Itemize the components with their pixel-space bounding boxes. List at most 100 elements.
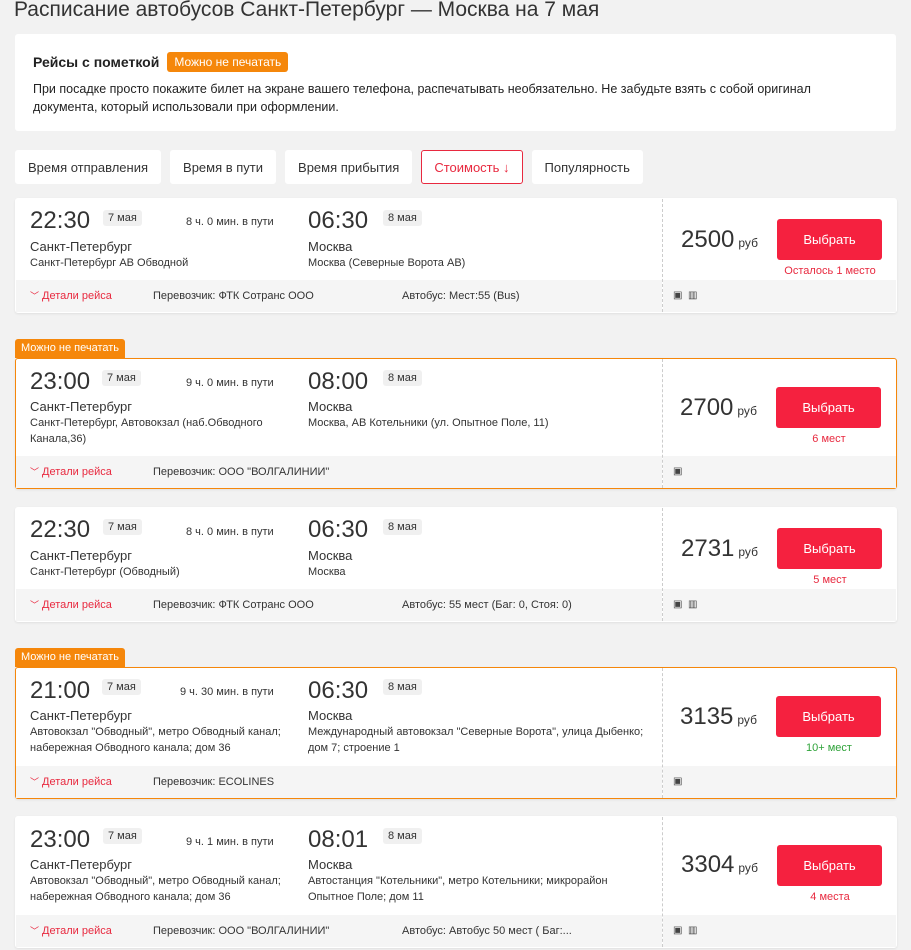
departure-time: 22:30 xyxy=(30,516,91,543)
departure-date: 7 мая xyxy=(103,828,142,844)
departure-city: Санкт-Петербург xyxy=(30,548,132,563)
card-footer-icons: ▣ ▥ xyxy=(663,280,896,312)
print-notice: Рейсы с пометкой Можно не печатать При п… xyxy=(15,34,896,131)
sort-bar: Время отправления Время в пути Время при… xyxy=(15,150,643,184)
page-title: Расписание автобусов Санкт-Петербург — М… xyxy=(14,0,600,21)
arrival-date: 8 мая xyxy=(383,679,422,695)
departure-station: Санкт-Петербург, Автовокзал (наб.Обводно… xyxy=(30,417,263,445)
departure-time: 23:00 xyxy=(30,368,91,395)
departure-date: 7 мая xyxy=(102,370,141,386)
ticket-icon: ▣ xyxy=(673,776,683,787)
seats-left: Осталось 1 место xyxy=(784,265,876,277)
arrival-date: 8 мая xyxy=(383,519,422,535)
arrival-date: 8 мая xyxy=(383,210,422,226)
card-footer: ﹀ Детали рейса Перевозчик: ООО "ВОЛГАЛИНИ… xyxy=(16,456,662,488)
chevron-down-icon: ﹀ xyxy=(30,467,40,477)
departure-date: 7 мая xyxy=(103,210,142,226)
trip-duration: 9 ч. 1 мин. в пути xyxy=(186,836,274,848)
bus-info: Автобус: Мест:55 (Bus) xyxy=(402,290,520,302)
trip-details-link[interactable]: ﹀ Детали рейса xyxy=(30,465,112,478)
select-trip-button[interactable]: Выбрать xyxy=(777,845,882,886)
details-label: Детали рейса xyxy=(42,466,112,478)
departure-station: Автовокзал "Обводный", метро Обводный ка… xyxy=(30,726,281,754)
trip-details-link[interactable]: ﹀ Детали рейса xyxy=(30,598,112,611)
price-value: 2731 xyxy=(681,535,735,562)
sort-arrival-button[interactable]: Время прибытия xyxy=(285,150,413,184)
arrival-city: Москва xyxy=(308,399,353,414)
arrival-station: Международный автовокзал "Северные Ворот… xyxy=(308,726,644,754)
departure-time: 21:00 xyxy=(30,677,91,704)
trip-card: 23:00 7 мая 9 ч. 0 мин. в пути 08:00 8 м… xyxy=(15,358,897,489)
arrival-time: 08:01 xyxy=(308,826,369,853)
departure-station: Санкт-Петербург (Обводный) xyxy=(30,566,180,578)
sort-popularity-button[interactable]: Популярность xyxy=(531,150,643,184)
trip-details-link[interactable]: ﹀ Детали рейса xyxy=(30,289,112,302)
trip-price: 3304 руб xyxy=(681,851,758,879)
currency: руб xyxy=(738,545,758,559)
bus-info: Автобус: 55 мест (Баг: 0, Стоя: 0) xyxy=(402,599,572,611)
arrival-date: 8 мая xyxy=(383,370,422,386)
departure-station: Автовокзал "Обводный", метро Обводный ка… xyxy=(30,875,281,903)
chevron-down-icon: ﹀ xyxy=(30,600,40,610)
details-label: Детали рейса xyxy=(42,290,112,302)
card-footer-icons: ▣ xyxy=(663,766,896,798)
carrier: Перевозчик: ECOLINES xyxy=(153,776,275,788)
sort-duration-button[interactable]: Время в пути xyxy=(170,150,277,184)
select-trip-button[interactable]: Выбрать xyxy=(776,696,881,737)
arrival-time: 06:30 xyxy=(308,207,369,234)
chevron-down-icon: ﹀ xyxy=(30,926,40,936)
arrival-station: Москва, АВ Котельники (ул. Опытное Поле,… xyxy=(308,417,549,429)
departure-date: 7 мая xyxy=(102,679,141,695)
ticket-icon: ▣ xyxy=(673,466,683,477)
departure-city: Санкт-Петербург xyxy=(30,708,132,723)
arrival-station: Автостанция "Котельники", метро Котельни… xyxy=(308,875,608,903)
arrival-time: 08:00 xyxy=(308,368,369,395)
arrival-date: 8 мая xyxy=(383,828,422,844)
price-value: 2700 xyxy=(680,394,734,421)
no-print-badge: Можно не печатать xyxy=(167,52,289,72)
currency: руб xyxy=(738,236,758,250)
arrival-city: Москва xyxy=(308,548,353,563)
seats-left: 4 места xyxy=(810,891,850,903)
card-footer: ﹀ Детали рейса Перевозчик: ФТК Сотранс ОО… xyxy=(16,589,662,621)
trip-details-link[interactable]: ﹀ Детали рейса xyxy=(30,775,112,788)
price-value: 3304 xyxy=(681,851,735,878)
no-print-tag: Можно не печатать xyxy=(15,339,126,358)
card-footer-icons: ▣ xyxy=(663,456,896,488)
arrival-city: Москва xyxy=(308,857,353,872)
departure-city: Санкт-Петербург xyxy=(30,857,132,872)
seats-left: 5 мест xyxy=(813,574,847,586)
currency: руб xyxy=(737,404,757,418)
seats-left: 10+ мест xyxy=(806,742,852,754)
carrier: Перевозчик: ФТК Сотранс ООО xyxy=(153,599,314,611)
departure-date: 7 мая xyxy=(103,519,142,535)
seats-left: 6 мест xyxy=(812,433,846,445)
select-trip-button[interactable]: Выбрать xyxy=(777,528,882,569)
price-value: 3135 xyxy=(680,703,734,730)
card-footer-icons: ▣ ▥ xyxy=(663,915,896,947)
carrier: Перевозчик: ООО "ВОЛГАЛИНИИ" xyxy=(153,925,330,937)
trip-details-link[interactable]: ﹀ Детали рейса xyxy=(30,924,112,937)
departure-time: 22:30 xyxy=(30,207,91,234)
carrier: Перевозчик: ФТК Сотранс ООО xyxy=(153,290,314,302)
trip-price: 2731 руб xyxy=(681,535,758,563)
details-label: Детали рейса xyxy=(42,776,112,788)
arrival-time: 06:30 xyxy=(308,677,369,704)
card-footer: ﹀ Детали рейса Перевозчик: ФТК Сотранс ОО… xyxy=(16,280,662,312)
book-icon: ▥ xyxy=(688,290,698,301)
arrival-station: Москва xyxy=(308,566,346,578)
sort-departure-button[interactable]: Время отправления xyxy=(15,150,162,184)
sort-price-button[interactable]: Стоимость ↓ xyxy=(421,150,523,184)
departure-time: 23:00 xyxy=(30,826,91,853)
trip-card: 23:00 7 мая 9 ч. 1 мин. в пути 08:01 8 м… xyxy=(15,816,897,948)
trip-duration: 9 ч. 0 мин. в пути xyxy=(186,377,274,389)
card-footer: ﹀ Детали рейса Перевозчик: ООО "ВОЛГАЛИНИ… xyxy=(16,915,662,947)
carrier: Перевозчик: ООО "ВОЛГАЛИНИИ" xyxy=(153,466,330,478)
currency: руб xyxy=(738,861,758,875)
book-icon: ▥ xyxy=(688,925,698,936)
departure-city: Санкт-Петербург xyxy=(30,399,132,414)
notice-text: При посадке просто покажите билет на экр… xyxy=(33,82,811,114)
select-trip-button[interactable]: Выбрать xyxy=(776,387,881,428)
arrival-station: Москва (Северные Ворота АВ) xyxy=(308,257,466,269)
select-trip-button[interactable]: Выбрать xyxy=(777,219,882,260)
